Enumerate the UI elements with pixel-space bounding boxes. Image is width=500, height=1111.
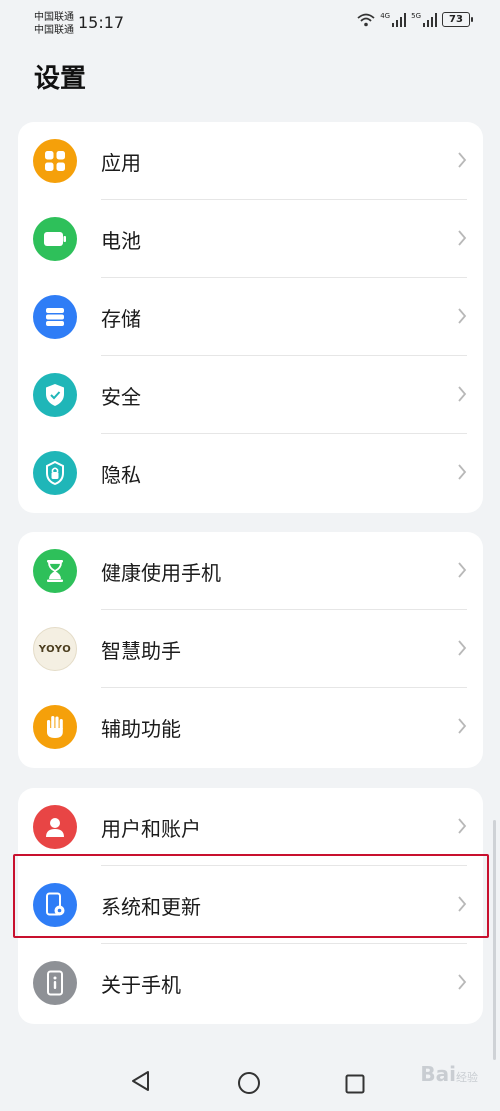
status-icons: 4G 5G 73: [357, 11, 473, 27]
signal-icon-2: [423, 12, 437, 27]
chevron-right-icon: [457, 151, 467, 173]
setting-item-digital-balance[interactable]: 健康使用手机: [18, 532, 483, 610]
battery-icon: [33, 217, 77, 261]
setting-item-users-accounts[interactable]: 用户和账户: [18, 788, 483, 866]
setting-item-about-phone[interactable]: 关于手机: [18, 944, 483, 1022]
setting-item-accessibility[interactable]: 辅助功能: [18, 688, 483, 766]
back-icon[interactable]: [130, 1070, 152, 1096]
setting-label: 关于手机: [101, 973, 181, 997]
about-phone-icon: [33, 961, 77, 1005]
setting-item-apps[interactable]: 应用: [18, 122, 483, 200]
setting-label: 应用: [101, 151, 141, 175]
setting-label: 系统和更新: [101, 895, 201, 919]
setting-label: 辅助功能: [101, 717, 181, 741]
home-icon[interactable]: [237, 1071, 261, 1099]
setting-label: 电池: [101, 229, 141, 253]
status-bar: 中国联通 中国联通 15:17 4G 5G 73: [0, 0, 500, 46]
lock-icon: [33, 451, 77, 495]
setting-label: 用户和账户: [101, 817, 201, 841]
hourglass-icon: [33, 549, 77, 593]
setting-item-system-update[interactable]: 系统和更新: [18, 866, 483, 944]
system-update-icon: [33, 883, 77, 927]
shield-icon: [33, 373, 77, 417]
carrier-info: 中国联通 中国联通: [34, 11, 74, 37]
network-type-1: 4G: [380, 11, 391, 20]
chevron-right-icon: [457, 895, 467, 917]
chevron-right-icon: [457, 385, 467, 407]
carrier-1: 中国联通: [34, 12, 74, 23]
chevron-right-icon: [457, 639, 467, 661]
apps-icon: [33, 139, 77, 183]
setting-label: 隐私: [101, 463, 141, 487]
watermark-suffix: 经验: [456, 1071, 478, 1084]
storage-icon: [33, 295, 77, 339]
user-icon: [33, 805, 77, 849]
watermark-brand: Bai: [420, 1062, 456, 1086]
recent-apps-icon[interactable]: [345, 1074, 365, 1098]
clock: 15:17: [78, 13, 125, 32]
battery-level: 73: [449, 14, 463, 25]
network-type-2: 5G: [411, 11, 421, 20]
chevron-right-icon: [457, 561, 467, 583]
carrier-2: 中国联通: [34, 25, 74, 36]
setting-label: 安全: [101, 385, 141, 409]
settings-group-1: 应用 电池 存储 安全 隐私: [18, 122, 483, 513]
chevron-right-icon: [457, 463, 467, 485]
chevron-right-icon: [457, 717, 467, 739]
settings-group-2: 健康使用手机 YOYO 智慧助手 辅助功能: [18, 532, 483, 768]
setting-item-privacy[interactable]: 隐私: [18, 434, 483, 512]
battery-level-icon: 73: [442, 12, 473, 27]
page-title: 设置: [34, 64, 87, 94]
hand-icon: [33, 705, 77, 749]
wifi-icon: [357, 13, 375, 27]
chevron-right-icon: [457, 307, 467, 329]
setting-item-smart-assistant[interactable]: YOYO 智慧助手: [18, 610, 483, 688]
yoyo-icon: YOYO: [33, 627, 77, 671]
setting-item-battery[interactable]: 电池: [18, 200, 483, 278]
chevron-right-icon: [457, 229, 467, 251]
setting-label: 智慧助手: [101, 639, 181, 663]
yoyo-icon-text: YOYO: [38, 643, 72, 655]
chevron-right-icon: [457, 817, 467, 839]
settings-group-3: 用户和账户 系统和更新 关于手机: [18, 788, 483, 1024]
setting-item-security[interactable]: 安全: [18, 356, 483, 434]
scroll-indicator: [493, 820, 496, 1060]
watermark-logo: Bai经验: [420, 1062, 478, 1086]
setting-label: 存储: [101, 307, 141, 331]
setting-label: 健康使用手机: [101, 561, 221, 585]
signal-icon: [392, 12, 407, 27]
chevron-right-icon: [457, 973, 467, 995]
setting-item-storage[interactable]: 存储: [18, 278, 483, 356]
